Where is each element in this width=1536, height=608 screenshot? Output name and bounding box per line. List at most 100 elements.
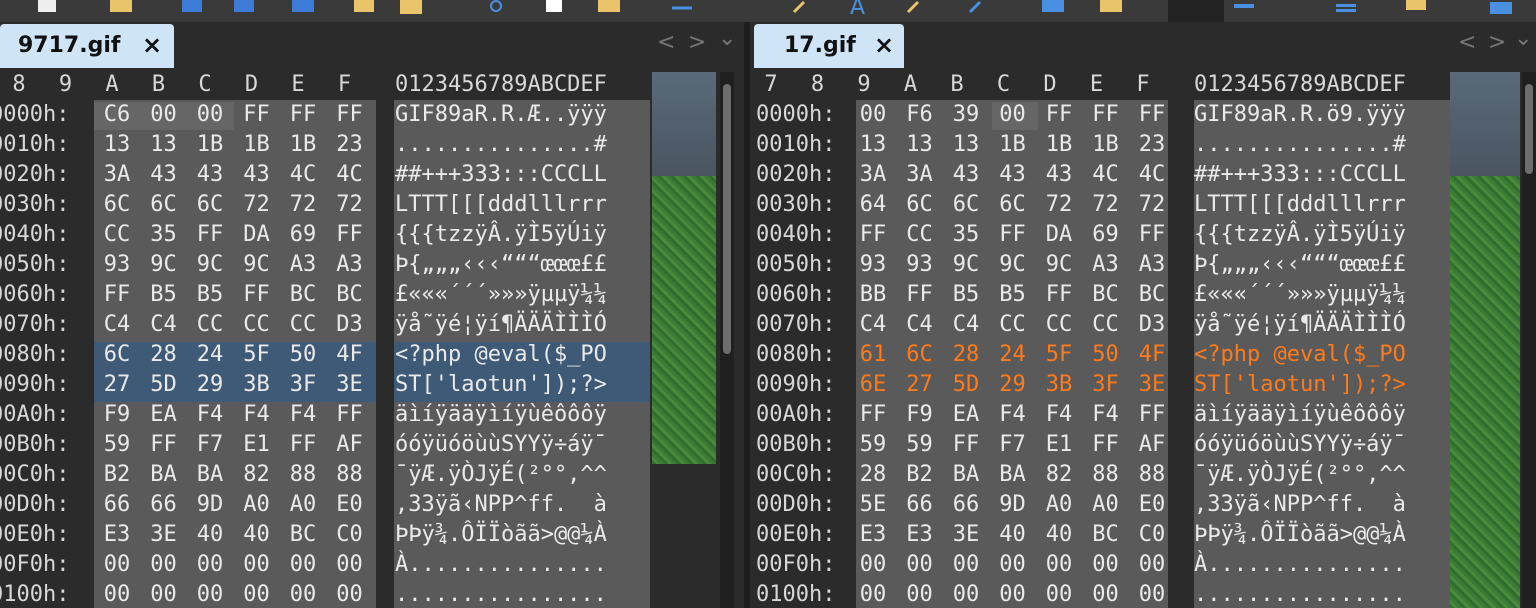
hex-byte[interactable]: 6C (187, 192, 233, 217)
hex-byte[interactable]: 40 (234, 522, 280, 547)
hex-byte[interactable]: CC (280, 312, 326, 337)
hex-byte[interactable]: 39 (943, 102, 989, 127)
hex-byte[interactable]: 9C (943, 252, 989, 277)
hex-byte[interactable]: 1B (234, 132, 280, 157)
hex-byte[interactable]: 3A (850, 162, 896, 187)
hex-byte[interactable]: 43 (141, 162, 187, 187)
hex-byte[interactable]: A3 (1129, 252, 1175, 277)
hex-byte[interactable]: E0 (327, 492, 373, 517)
hex-byte[interactable]: 27 (897, 372, 943, 397)
hex-byte[interactable]: F4 (280, 402, 326, 427)
hex-byte[interactable]: 9C (990, 252, 1036, 277)
ascii-text[interactable]: <?php @eval($_PO (1194, 342, 1406, 367)
hex-byte[interactable]: 00 (850, 552, 896, 577)
undo-icon[interactable] (488, 0, 512, 14)
hex-byte[interactable]: 43 (187, 162, 233, 187)
hex-byte[interactable]: B5 (943, 282, 989, 307)
hex-byte[interactable]: 72 (1083, 192, 1129, 217)
hex-byte[interactable]: C0 (327, 522, 373, 547)
ascii-text[interactable]: ...............# (395, 132, 607, 157)
hex-byte[interactable]: 9C (1036, 252, 1082, 277)
hex-byte[interactable]: 6C (94, 192, 140, 217)
ascii-text[interactable]: <?php @eval($_PO (395, 342, 607, 367)
cut-icon[interactable] (352, 0, 376, 14)
hex-byte[interactable]: A0 (280, 492, 326, 517)
hex-byte[interactable]: FF (280, 432, 326, 457)
hex-byte[interactable]: 72 (234, 192, 280, 217)
hex-byte[interactable]: FF (1129, 222, 1175, 247)
ascii-text[interactable]: ##+++333:::CCCLL (395, 162, 607, 187)
hex-byte[interactable]: CC (1036, 312, 1082, 337)
hex-byte[interactable]: 5F (234, 342, 280, 367)
hex-byte[interactable]: 61 (850, 342, 896, 367)
hex-byte[interactable]: 4C (1083, 162, 1129, 187)
hex-byte[interactable]: 00 (280, 552, 326, 577)
ascii-text[interactable]: ¯ÿÆ.ÿÒJÿÉ(²°°,^^ (395, 462, 607, 487)
hex-byte[interactable]: 28 (943, 342, 989, 367)
hex-byte[interactable]: 93 (850, 252, 896, 277)
hex-byte[interactable]: 5F (1036, 342, 1082, 367)
hex-byte[interactable]: FF (94, 282, 140, 307)
highlight-icon[interactable] (1098, 0, 1122, 14)
hex-byte[interactable]: FF (327, 222, 373, 247)
hex-byte[interactable]: FF (1129, 102, 1175, 127)
hex-byte[interactable]: FF (1036, 102, 1082, 127)
hex-byte[interactable]: AF (327, 432, 373, 457)
hex-byte[interactable]: 23 (327, 132, 373, 157)
hex-byte[interactable]: 13 (897, 132, 943, 157)
hex-byte[interactable]: 1B (187, 132, 233, 157)
hex-byte[interactable]: CC (94, 222, 140, 247)
ascii-text[interactable]: äìíÿääÿìíÿùêôôôÿ (1194, 402, 1406, 427)
hex-byte[interactable]: 82 (1036, 462, 1082, 487)
hex-byte[interactable]: 23 (1129, 132, 1175, 157)
close-icon[interactable]: × (142, 31, 162, 59)
hex-byte[interactable]: 1B (280, 132, 326, 157)
hex-byte[interactable]: F6 (897, 102, 943, 127)
hex-byte[interactable]: 00 (187, 582, 233, 607)
hex-byte[interactable]: 00 (990, 582, 1036, 607)
hex-byte[interactable]: B5 (141, 282, 187, 307)
ascii-text[interactable]: LTTT[[[dddlllrrr (395, 192, 607, 217)
hex-byte[interactable]: F4 (234, 402, 280, 427)
hex-byte[interactable]: 59 (94, 432, 140, 457)
ascii-text[interactable]: ¯ÿÆ.ÿÒJÿÉ(²°°,^^ (1194, 462, 1406, 487)
hex-byte[interactable]: 3E (943, 522, 989, 547)
new-file-icon[interactable] (36, 0, 60, 14)
hex-byte[interactable]: 5E (850, 492, 896, 517)
hex-byte[interactable]: 9C (234, 252, 280, 277)
hex-byte[interactable]: 35 (141, 222, 187, 247)
hex-byte[interactable]: 88 (1129, 462, 1175, 487)
hex-byte[interactable]: 93 (897, 252, 943, 277)
ascii-text[interactable]: À............... (1194, 552, 1406, 577)
tab-9717-gif[interactable]: 9717.gif × (0, 24, 174, 68)
hex-byte[interactable]: FF (850, 222, 896, 247)
hex-byte[interactable]: 00 (943, 582, 989, 607)
hex-byte[interactable]: F4 (1083, 402, 1129, 427)
dropdown-icon[interactable] (1168, 0, 1224, 22)
chevron-left-icon[interactable]: < (657, 30, 675, 55)
ascii-text[interactable]: £«««´´´»»»ÿµµÿ¼¼ (395, 282, 607, 307)
hex-byte[interactable]: A0 (234, 492, 280, 517)
hex-byte[interactable]: 00 (897, 552, 943, 577)
hex-byte[interactable]: 6C (94, 342, 140, 367)
hex-byte[interactable]: 00 (141, 102, 187, 127)
ascii-text[interactable]: £«««´´´»»»ÿµµÿ¼¼ (1194, 282, 1406, 307)
hex-byte[interactable]: FF (1083, 102, 1129, 127)
hex-byte[interactable]: 13 (141, 132, 187, 157)
hex-byte[interactable]: 27 (94, 372, 140, 397)
hex-byte[interactable]: 00 (990, 552, 1036, 577)
hex-byte[interactable]: 3E (1129, 372, 1175, 397)
hex-byte[interactable]: BA (943, 462, 989, 487)
list-icon[interactable] (1232, 0, 1256, 14)
hex-byte[interactable]: 00 (94, 552, 140, 577)
hex-byte[interactable]: FF (1129, 402, 1175, 427)
hex-byte[interactable]: 66 (141, 492, 187, 517)
hex-byte[interactable]: 13 (94, 132, 140, 157)
hex-byte[interactable]: FF (943, 432, 989, 457)
find-icon[interactable] (670, 0, 694, 14)
save-icon[interactable] (180, 0, 204, 14)
hex-byte[interactable]: 00 (327, 582, 373, 607)
hex-byte[interactable]: FF (280, 102, 326, 127)
hex-byte[interactable]: 88 (280, 462, 326, 487)
hex-byte[interactable]: 00 (327, 552, 373, 577)
